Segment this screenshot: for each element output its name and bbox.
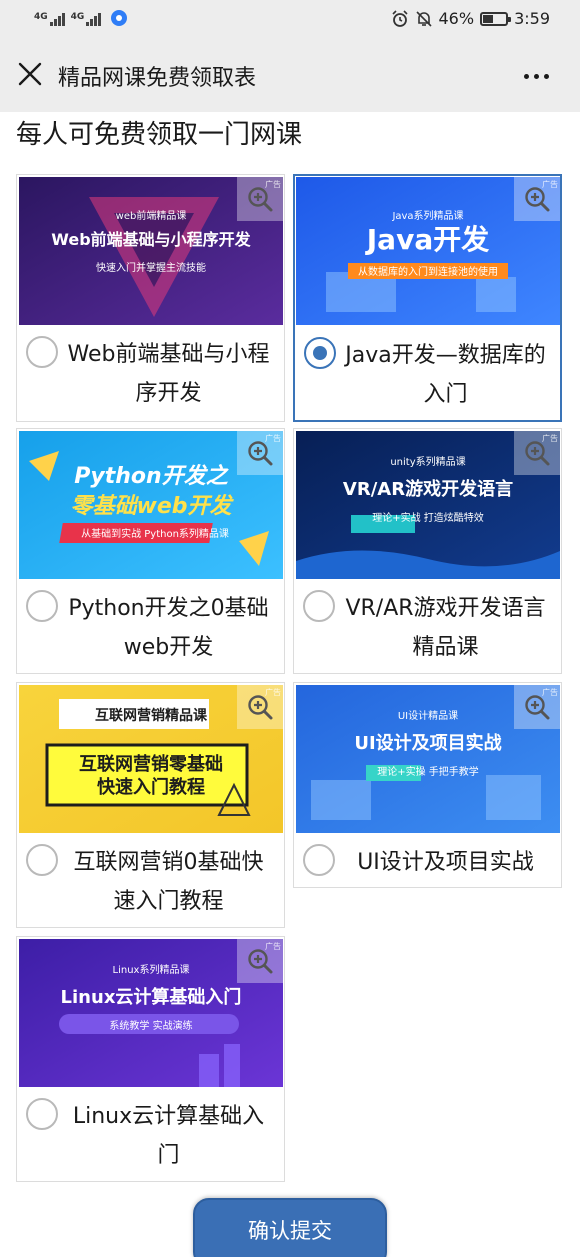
network-type-label: 4G: [70, 12, 85, 22]
course-banner-image: 互联网营销精品课互联网营销零基础 快速入门教程 广告: [19, 685, 283, 833]
status-bar: 4G 4G 46% 3:59: [0, 0, 580, 40]
status-left: 4G 4G: [34, 10, 128, 26]
alarm-icon: [391, 9, 408, 27]
network-type-label: 4G: [34, 12, 48, 22]
course-banner-image: unity系列精品课 VR/AR游戏开发语言理论+实战 打造炫酷特效 广告: [296, 431, 560, 579]
course-option-label: 互联网营销0基础快速入门教程: [73, 850, 264, 914]
banner-headline: VR/AR游戏开发语言: [343, 478, 513, 500]
banner-headline: Linux云计算基础入门: [61, 986, 242, 1008]
banner-tag: Linux系列精品课: [113, 963, 190, 976]
course-option-label: Python开发之0基础web开发: [68, 596, 269, 660]
ad-tag: 广告: [265, 942, 281, 951]
banner-headline-2: 零基础web开发: [71, 493, 235, 519]
radio-button[interactable]: [303, 844, 335, 876]
banner-sub: 快速入门并掌握主流技能: [96, 261, 206, 274]
ad-tag: 广告: [542, 434, 558, 443]
signal-icon: 4G: [71, 13, 102, 26]
zoom-button[interactable]: 广告: [237, 939, 283, 983]
course-option-label: UI设计及项目实战: [357, 850, 534, 875]
banner-tag: Java系列精品课: [391, 209, 463, 222]
course-banner-image: Java系列精品课 Java开发从数据库的入门到连接池的使用 广告: [296, 177, 560, 325]
radio-button[interactable]: [26, 1098, 58, 1130]
submit-button[interactable]: 确认提交: [193, 1198, 387, 1257]
banner-headline-2: 快速入门教程: [97, 776, 205, 798]
zoom-button[interactable]: 广告: [514, 431, 560, 475]
course-banner-image: web前端精品课 Web前端基础与小程序开发快速入门并掌握主流技能 广告: [19, 177, 283, 325]
ad-tag: 广告: [542, 688, 558, 697]
more-button[interactable]: [524, 66, 554, 86]
signal-icon: 4G: [34, 13, 65, 26]
clock: 3:59: [514, 9, 550, 28]
course-banner-image: Linux系列精品课 Linux云计算基础入门系统教学 实战演练 广告: [19, 939, 283, 1087]
banner-headline: 互联网营销零基础: [79, 753, 223, 775]
banner-sub: 理论+实操 手把手教学: [377, 765, 479, 778]
radio-button[interactable]: [304, 337, 336, 369]
nav-bar: 精品网课免费领取表: [0, 40, 580, 112]
ad-tag: 广告: [265, 434, 281, 443]
battery-icon: [480, 11, 512, 26]
banner-sub: 理论+实战 打造炫酷特效: [372, 511, 484, 524]
radio-button[interactable]: [26, 844, 58, 876]
zoom-button[interactable]: 广告: [237, 177, 283, 221]
more-icon: [524, 73, 529, 79]
form-subtitle: 每人可免费领取一门网课: [16, 120, 303, 150]
status-right: 46% 3:59: [391, 9, 550, 28]
ad-tag: 广告: [265, 180, 281, 189]
zoom-button[interactable]: 广告: [237, 685, 283, 729]
banner-headline: Web前端基础与小程序开发: [51, 230, 251, 249]
course-option-label: Web前端基础与小程序开发: [67, 342, 270, 406]
close-icon: [18, 62, 42, 86]
zoom-button[interactable]: 广告: [237, 431, 283, 475]
banner-sub: 从基础到实战 Python系列精品课: [81, 527, 229, 540]
ad-tag: 广告: [542, 180, 558, 189]
banner-tag: UI设计精品课: [398, 709, 458, 722]
course-option-label: VR/AR游戏开发语言精品课: [345, 596, 546, 660]
course-option-card[interactable]: Linux系列精品课 Linux云计算基础入门 系统教学 实战演练 广告 Linux云计…: [16, 936, 285, 1182]
banner-sub: 系统教学 实战演练: [109, 1019, 192, 1032]
page-title: 精品网课免费领取表: [58, 66, 257, 91]
course-banner-image: UI设计精品课 UI设计及项目实战理论+实操 手把手教学 广告: [296, 685, 560, 833]
close-button[interactable]: [14, 58, 46, 90]
banner-sub: 从数据库的入门到连接池的使用: [358, 265, 498, 278]
course-option-card[interactable]: 互联网营销精品课互联网营销零基础 快速入门教程 广告互联网营销0基础快速入门教程: [16, 682, 285, 928]
course-option-label: Linux云计算基础入门: [72, 1104, 265, 1168]
mute-icon: [415, 10, 432, 27]
banner-headline: UI设计及项目实战: [354, 732, 501, 754]
course-option-card[interactable]: UI设计精品课 UI设计及项目实战 理论+实操 手把手教学 广告 UI设计及项目实战: [293, 682, 562, 888]
radio-button[interactable]: [26, 336, 58, 368]
course-option-label: Java开发—数据库的入门: [345, 343, 546, 407]
banner-tag: 互联网营销精品课: [95, 707, 208, 724]
zoom-button[interactable]: 广告: [514, 685, 560, 729]
radio-button[interactable]: [26, 590, 58, 622]
course-banner-image: Python开发之 零基础web开发从基础到实战 Python系列精品课 广告: [19, 431, 283, 579]
banner-headline: Python开发之: [74, 463, 229, 489]
course-option-card[interactable]: Java系列精品课 Java开发从数据库的入门到连接池的使用 广告 Java开发—数据…: [293, 174, 562, 422]
browser-icon: [111, 10, 128, 26]
ad-tag: 广告: [265, 688, 281, 697]
battery-percent: 46%: [438, 9, 475, 28]
radio-button[interactable]: [303, 590, 335, 622]
banner-headline: Java开发: [365, 223, 489, 256]
banner-tag: unity系列精品课: [390, 455, 465, 468]
course-option-card[interactable]: Python开发之 零基础web开发 从基础到实战 Python系列精品课 广告 Pyt…: [16, 428, 285, 674]
course-option-card[interactable]: web前端精品课 Web前端基础与小程序开发 快速入门并掌握主流技能 广告 Web前端基…: [16, 174, 285, 422]
course-option-card[interactable]: unity系列精品课 VR/AR游戏开发语言理论+实战 打造炫酷特效 广告 VR/AR…: [293, 428, 562, 674]
zoom-button[interactable]: 广告: [514, 177, 560, 221]
banner-tag: web前端精品课: [116, 209, 187, 222]
